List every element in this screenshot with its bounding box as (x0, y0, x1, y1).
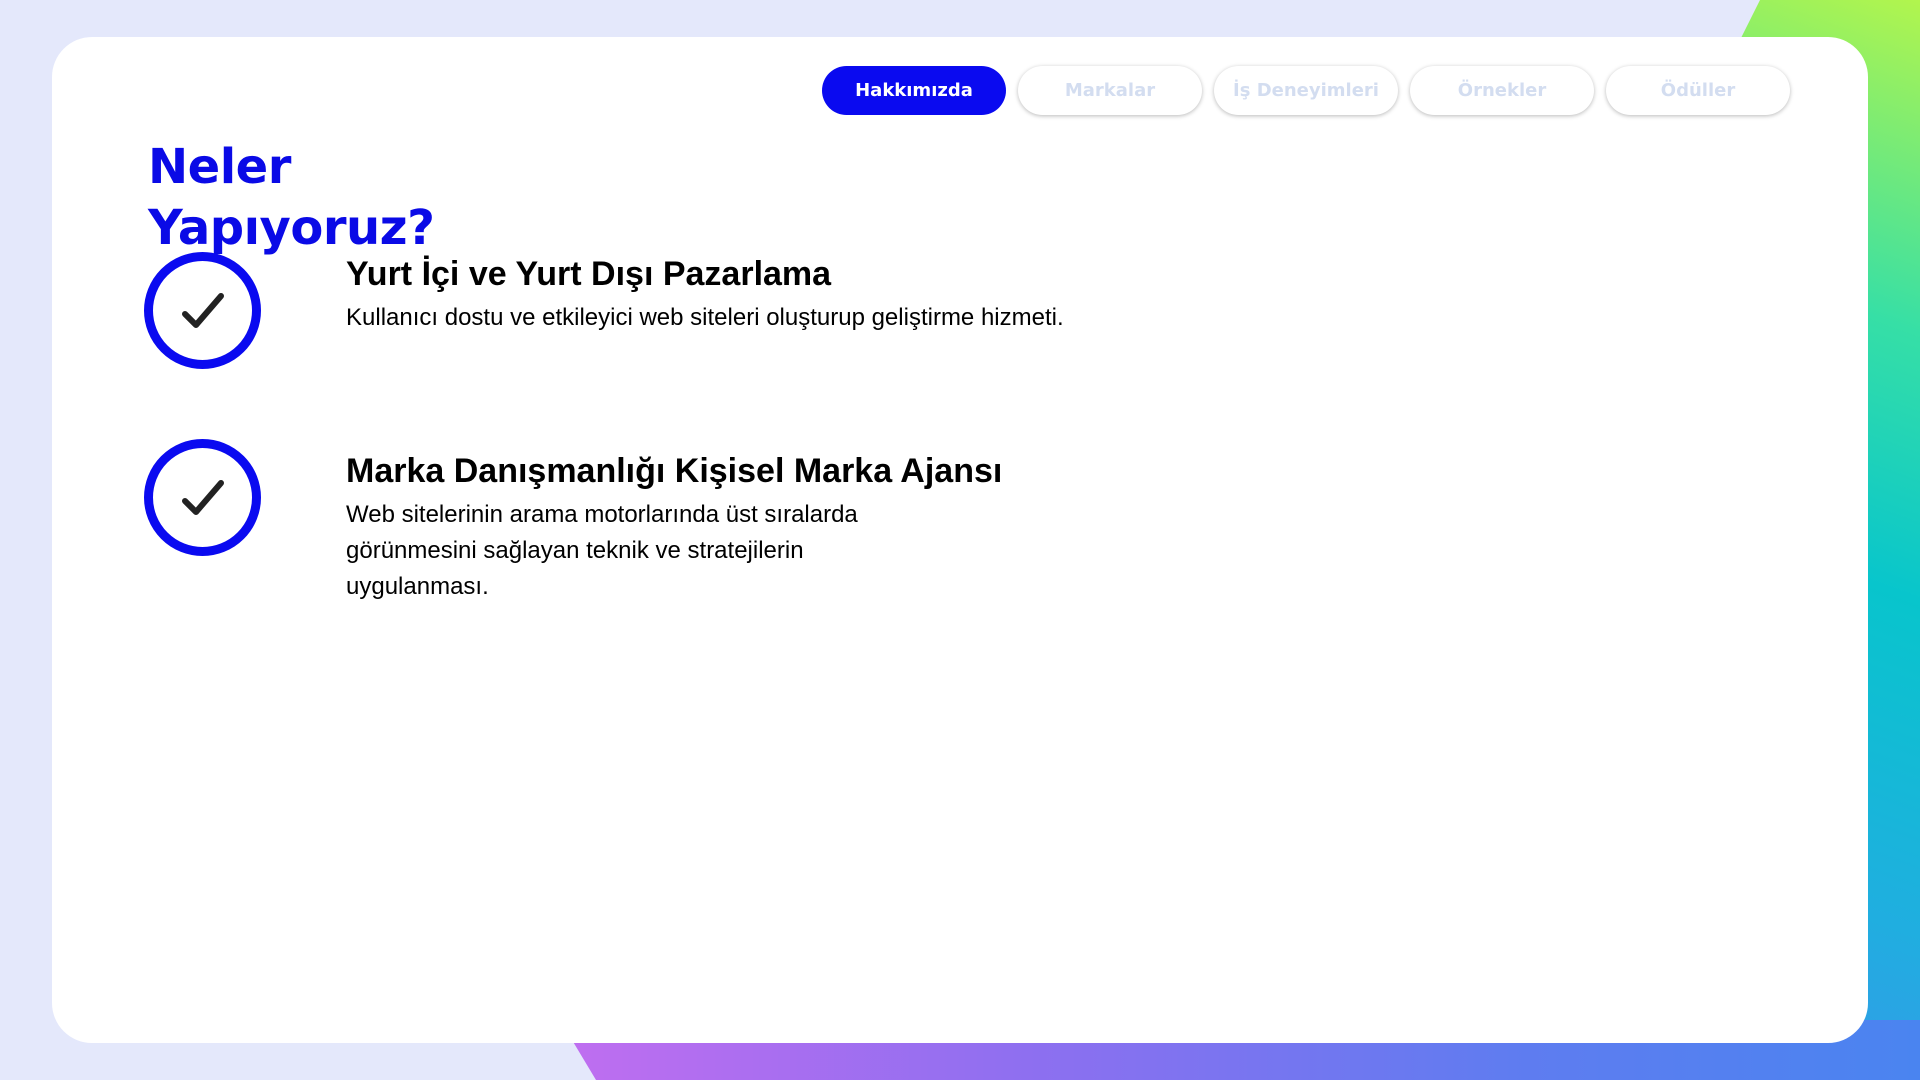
check-icon (144, 439, 261, 556)
tab-oduller[interactable]: Ödüller (1606, 66, 1790, 115)
top-navigation: Hakkımızda Markalar İş Deneyimleri Örnek… (822, 66, 1790, 115)
page-title-line-1: Neler (148, 139, 291, 195)
feature-text: Yurt İçi ve Yurt Dışı Pazarlama Kullanıc… (346, 254, 1064, 336)
feature-text: Marka Danışmanlığı Kişisel Marka Ajansı … (346, 451, 1002, 605)
check-icon (144, 252, 261, 369)
tab-markalar[interactable]: Markalar (1018, 66, 1202, 115)
page-title: Neler Yapıyoruz? (148, 137, 435, 259)
checkmark-glyph (181, 292, 224, 328)
page-title-line-2: Yapıyoruz? (148, 200, 435, 256)
feature-description: Kullanıcı dostu ve etkileyici web sitele… (346, 304, 1064, 331)
tab-ornekler[interactable]: Örnekler (1410, 66, 1594, 115)
feature-title: Marka Danışmanlığı Kişisel Marka Ajansı (346, 452, 1003, 490)
feature-title: Yurt İçi ve Yurt Dışı Pazarlama (346, 255, 832, 293)
slide-stage: Hakkımızda Markalar İş Deneyimleri Örnek… (0, 0, 1920, 1080)
feature-description: Web sitelerinin arama motorlarında üst s… (346, 501, 858, 600)
tab-is-deneyimleri[interactable]: İş Deneyimleri (1214, 66, 1398, 115)
checkmark-glyph (181, 479, 224, 515)
content-card: Hakkımızda Markalar İş Deneyimleri Örnek… (52, 37, 1868, 1043)
tab-hakkimizda[interactable]: Hakkımızda (822, 66, 1006, 115)
